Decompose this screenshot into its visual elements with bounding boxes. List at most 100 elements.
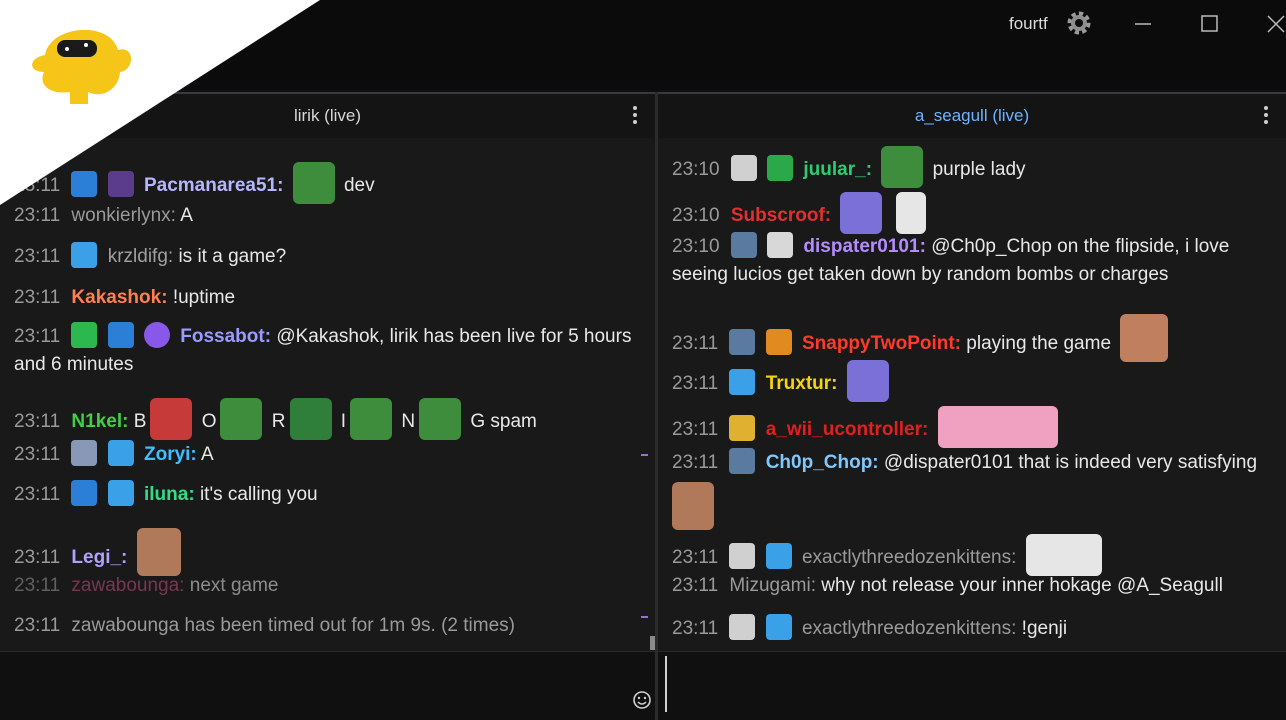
message-list[interactable]: 23:10 juular_: purple lady 23:10 Subscro… (658, 136, 1286, 652)
king-badge-icon (729, 415, 756, 441)
crown-badge-icon (107, 440, 134, 466)
chat-message: 23:10 dispater0101: @Ch0p_Chop on the fl… (672, 232, 1276, 289)
chat-pane-lirik[interactable]: lirik (live) 23:11 Pacmanarea51: dev 23:… (0, 92, 655, 720)
duck-emote-icon (1025, 534, 1102, 576)
title-bar: fourtf (0, 0, 1286, 90)
sub-badge-icon (107, 322, 134, 348)
penguin-badge-icon (730, 155, 757, 181)
pepe-emote-icon (419, 398, 462, 440)
verified-icon (143, 322, 170, 348)
chat-message: 23:11 iluna: it's calling you (14, 480, 645, 509)
chat-message: 23:11 exactlythreedozenkittens: (672, 534, 1276, 576)
username[interactable]: Truxtur: (766, 373, 838, 394)
chat-message: 23:11 krzldifg: is it a game? (14, 242, 645, 271)
mod-sword-icon (71, 322, 98, 348)
username[interactable]: exactlythreedozenkittens: (802, 618, 1016, 639)
account-name[interactable]: fourtf (1009, 14, 1048, 34)
channel-title[interactable]: lirik (live) (0, 106, 655, 126)
username[interactable]: juular_: (803, 159, 872, 180)
crown-badge-icon (107, 480, 134, 506)
chat-message: 23:11 Zoryi: A (14, 440, 645, 469)
wolf-badge-icon (71, 440, 98, 466)
crown-badge-icon (765, 543, 792, 569)
sub-badge-icon (71, 171, 98, 197)
username[interactable]: zawabounga: (71, 575, 184, 596)
pepe-emote-icon (350, 398, 393, 440)
chat-message: 23:11 wonkierlynx: A (14, 205, 193, 226)
bits-badge-icon (107, 171, 134, 197)
bird-badge-icon (729, 329, 756, 355)
username[interactable]: dispater0101: (803, 236, 926, 257)
pepe-santa-emote-icon (150, 398, 193, 440)
feather-badge-icon (767, 232, 794, 258)
new-message-marker (641, 454, 648, 456)
chat-message: 23:11 exactlythreedozenkittens: !genji (672, 614, 1276, 643)
chat-message: 23:11 Truxtur: (672, 360, 1276, 402)
channel-title[interactable]: a_seagull (live) (658, 106, 1286, 126)
text-cursor (665, 656, 667, 712)
username[interactable]: Legi_: (71, 547, 127, 568)
username[interactable]: Subscroof: (731, 205, 831, 226)
username[interactable]: Pacmanarea51: (144, 175, 283, 196)
anime-emote-icon (840, 192, 883, 234)
crown-badge-icon (71, 242, 98, 268)
chat-message: 23:11 SnappyTwoPoint: playing the game (672, 314, 1276, 362)
username[interactable]: krzldifg: (108, 246, 173, 267)
crown-badge-icon (765, 614, 792, 640)
close-icon[interactable] (1266, 14, 1286, 34)
penguin-badge-icon (729, 614, 756, 640)
bird-badge-icon (730, 232, 757, 258)
pane-header: a_seagull (live) (658, 92, 1286, 138)
username[interactable]: a_wii_ucontroller: (766, 419, 929, 440)
maximize-icon[interactable] (1200, 14, 1220, 34)
clap-emote-icon (895, 192, 926, 234)
message-input[interactable] (658, 651, 1286, 720)
2019-badge-icon (765, 329, 792, 355)
chat-message: 23:11 Mizugami: why not release your inn… (672, 575, 1223, 596)
minimize-icon[interactable] (1133, 14, 1153, 34)
pepe-elf-emote-icon (289, 398, 332, 440)
system-message: 23:11 zawabounga has been timed out for … (14, 615, 515, 636)
emote-picker-icon[interactable] (632, 690, 652, 710)
chat-message: 23:11 N1kel: B O R I N G spam (14, 398, 645, 440)
username[interactable]: Kakashok: (71, 287, 167, 308)
crown-badge-icon (729, 369, 756, 395)
username[interactable]: exactlythreedozenkittens: (802, 547, 1016, 568)
username[interactable]: Zoryi: (144, 444, 197, 465)
chat-message: 23:11 Legi_: (14, 528, 645, 576)
username[interactable]: iluna: (144, 484, 195, 505)
face-emote-icon (1120, 314, 1169, 362)
chat-message: 23:10 juular_: purple lady (672, 146, 1276, 188)
chat-message-deleted: 23:11 zawabounga: next game (14, 575, 279, 596)
pepe-emote-icon (220, 398, 263, 440)
chat-message: 23:11 Ch0p_Chop: @dispater0101 that is i… (672, 448, 1276, 477)
leaf-badge-icon (767, 155, 794, 181)
message-input[interactable] (0, 651, 655, 720)
chat-message: 23:11 Pacmanarea51: dev (14, 162, 645, 204)
chat-pane-a-seagull[interactable]: a_seagull (live) 23:10 juular_: purple l… (658, 92, 1286, 720)
gear-icon[interactable] (1064, 8, 1094, 38)
sub-badge-icon (71, 480, 98, 506)
chat-message: 23:11 Fossabot: @Kakashok, lirik has bee… (14, 322, 645, 379)
bird-badge-icon (729, 448, 756, 474)
anime-emote-icon (846, 360, 889, 402)
username[interactable]: Mizugami: (729, 575, 816, 596)
chat-message: 23:10 Subscroof: (672, 192, 1276, 234)
username[interactable]: wonkierlynx: (71, 205, 176, 226)
face-emote-icon (136, 528, 181, 576)
pane-header: lirik (live) (0, 92, 655, 138)
username[interactable]: N1kel: (71, 411, 128, 432)
face-emote-icon (672, 482, 714, 530)
new-message-marker (641, 616, 648, 618)
more-options-icon[interactable] (1261, 106, 1271, 126)
chat-message: 23:11 a_wii_ucontroller: (672, 406, 1276, 448)
pepe-emote-icon (881, 146, 924, 188)
penguin-badge-icon (729, 543, 756, 569)
more-options-icon[interactable] (630, 106, 640, 126)
chat-message: 23:11 Kakashok: !uptime (14, 287, 236, 308)
username[interactable]: Ch0p_Chop: (766, 452, 879, 473)
winged-emote-icon (937, 406, 1058, 448)
username[interactable]: SnappyTwoPoint: (802, 333, 961, 354)
message-list[interactable]: 23:11 Pacmanarea51: dev 23:11 wonkierlyn… (0, 136, 655, 652)
username[interactable]: Fossabot: (180, 326, 271, 347)
